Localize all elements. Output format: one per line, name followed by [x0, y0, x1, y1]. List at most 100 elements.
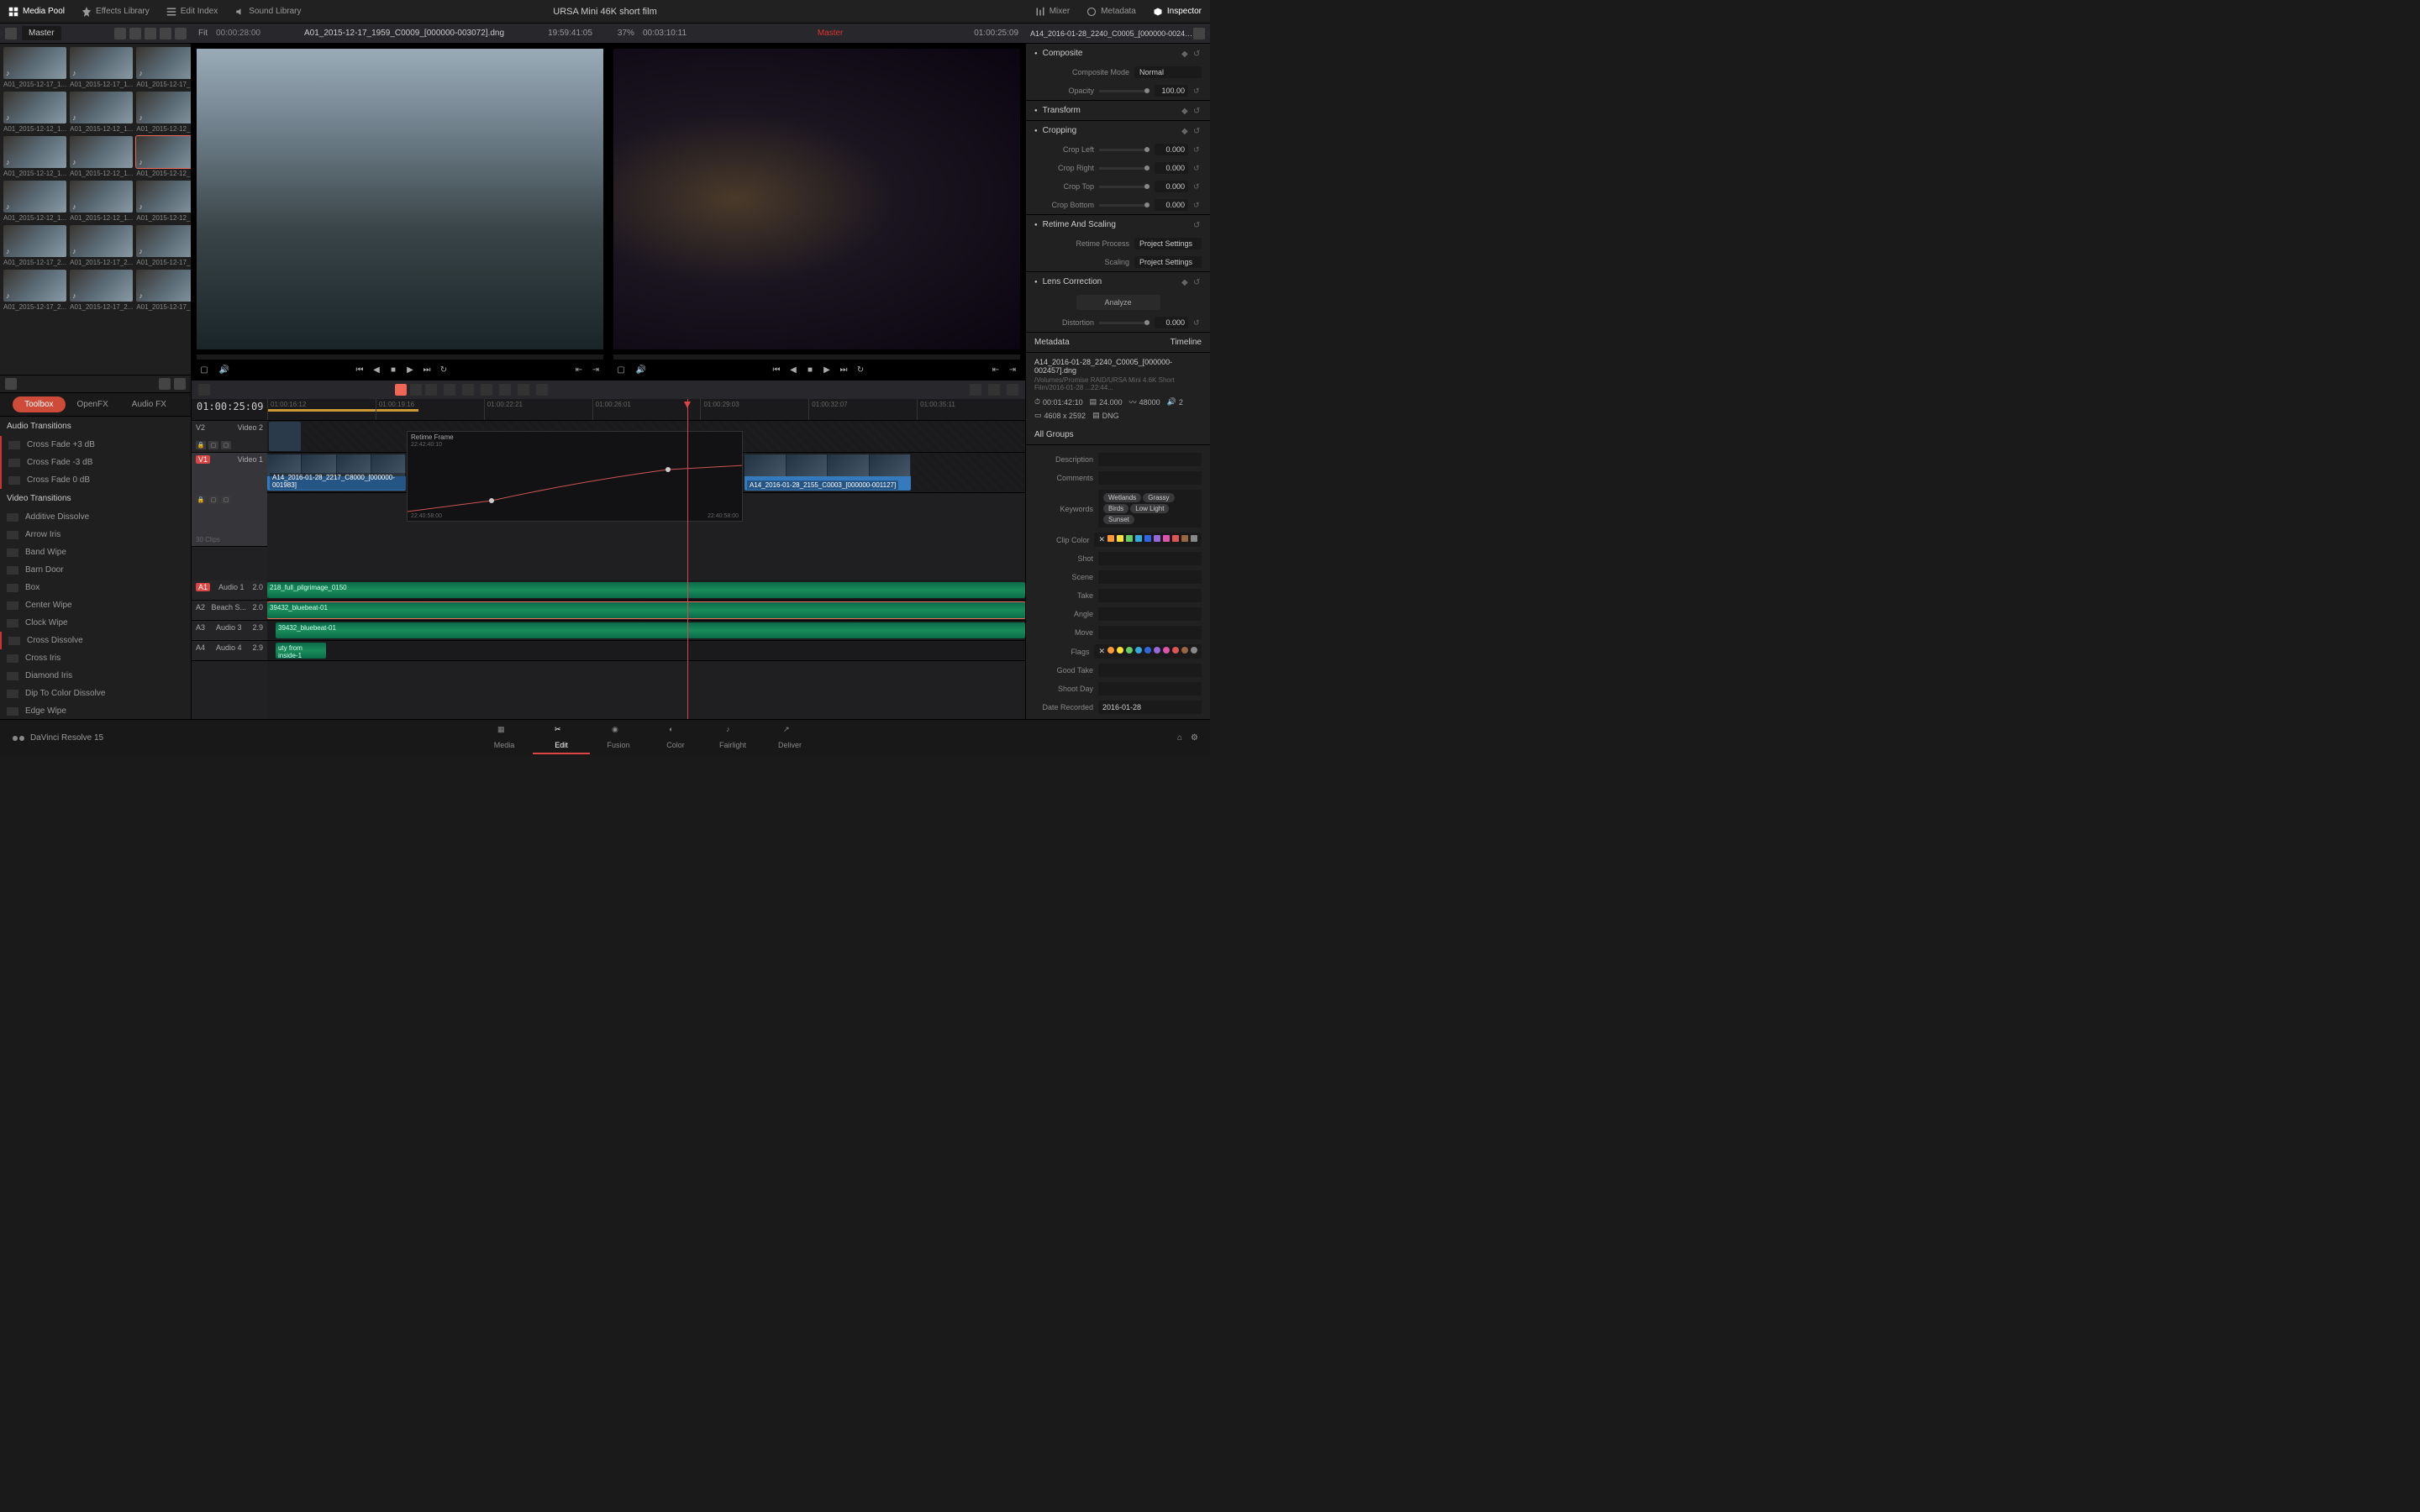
fx-item[interactable]: Center Wipe	[0, 596, 191, 614]
media-clip[interactable]: A01_2015-12-12_1...	[70, 92, 133, 133]
kf-icon[interactable]: ◆	[1181, 127, 1190, 135]
meta-groups[interactable]: All Groups	[1026, 425, 1210, 445]
media-clip[interactable]: A01_2015-12-12_1...	[70, 136, 133, 177]
src-stop-icon[interactable]: ■	[387, 364, 399, 375]
nav-fusion[interactable]: ◉Fusion	[590, 722, 647, 754]
opacity-slider[interactable]	[1099, 90, 1150, 92]
nav-deliver[interactable]: ↗Deliver	[761, 722, 818, 754]
a3-track[interactable]: 39432_bluebeat-01	[267, 621, 1025, 641]
nav-color[interactable]: ◐Color	[647, 722, 704, 754]
tab-edit-index[interactable]: Edit Index	[158, 2, 226, 22]
fx-item[interactable]: Additive Dissolve	[0, 508, 191, 526]
fx-item[interactable]: Cross Fade -3 dB	[0, 454, 191, 471]
src-loop-icon[interactable]: ↻	[438, 364, 450, 375]
blade-tool-icon[interactable]	[425, 384, 437, 396]
fx-item[interactable]: Barn Door	[0, 561, 191, 579]
crop-top-slider[interactable]	[1099, 186, 1150, 188]
reset-icon[interactable]: ↺	[1193, 127, 1202, 135]
tgt-stop-icon[interactable]: ■	[804, 364, 816, 375]
crop-left-slider[interactable]	[1099, 149, 1150, 151]
fx-item[interactable]: Diamond Iris	[0, 667, 191, 685]
fx-item[interactable]: Arrow Iris	[0, 526, 191, 543]
src-out-icon[interactable]: ⇥	[590, 364, 602, 375]
media-clip[interactable]: A01_2015-12-12_1...	[70, 181, 133, 222]
media-clip[interactable]: A01_2015-12-12_1...	[3, 181, 66, 222]
media-clip[interactable]: A01_2015-12-17_2...	[70, 270, 133, 311]
tgt-next-icon[interactable]: ⏭	[838, 364, 850, 375]
fx-tab-openfx[interactable]: OpenFX	[66, 396, 120, 412]
fx-item[interactable]: Band Wipe	[0, 543, 191, 561]
replace-icon[interactable]	[481, 384, 492, 396]
link-icon[interactable]	[499, 384, 511, 396]
src-volume-icon[interactable]: 🔊	[218, 364, 230, 375]
tab-metadata[interactable]: Metadata	[1078, 2, 1144, 22]
fx-item[interactable]: Cross Dissolve	[0, 632, 191, 649]
zoom-out-icon[interactable]	[988, 384, 1000, 396]
home-icon[interactable]: ⌂	[1177, 733, 1182, 743]
media-clip[interactable]: A01_2015-12-12_1...	[136, 92, 191, 133]
crop-bottom-slider[interactable]	[1099, 204, 1150, 207]
source-monitor[interactable]	[197, 49, 603, 349]
fx-item[interactable]: Clock Wipe	[0, 614, 191, 632]
fx-item[interactable]: Cross Iris	[0, 649, 191, 667]
source-scrubber[interactable]	[197, 354, 603, 360]
fx-menu-icon[interactable]	[174, 378, 186, 390]
tgt-play-icon[interactable]: ▶	[821, 364, 833, 375]
timeline-bin[interactable]: Master	[695, 29, 965, 38]
reset-icon[interactable]: ↺	[1193, 201, 1202, 209]
media-clip[interactable]: A01_2015-12-17_2...	[70, 225, 133, 266]
media-clip[interactable]: A01_2015-12-17_2...	[3, 225, 66, 266]
tgt-volume-icon[interactable]: 🔊	[635, 364, 647, 375]
media-clip[interactable]: A01_2015-12-12_1...	[3, 136, 66, 177]
src-in-icon[interactable]: ⇤	[573, 364, 585, 375]
retime-curve[interactable]: Retime Frame 22:42:40:10 22:40:58:00 22:…	[407, 431, 743, 522]
fx-item[interactable]: Edge Wipe	[0, 702, 191, 719]
marker-icon[interactable]	[536, 384, 548, 396]
tgt-prev-icon[interactable]: ◀	[787, 364, 799, 375]
distortion-slider[interactable]	[1099, 322, 1150, 324]
a4-track[interactable]: uty from inside-1	[267, 641, 1025, 661]
a3-clip[interactable]: 39432_bluebeat-01	[276, 622, 1025, 638]
tab-media-pool[interactable]: Media Pool	[0, 2, 73, 22]
src-next-icon[interactable]: ⏭	[421, 364, 433, 375]
tab-effects-library[interactable]: Effects Library	[73, 2, 158, 22]
grid-view-icon[interactable]	[129, 28, 141, 39]
v2-clip[interactable]	[269, 422, 301, 451]
fx-item[interactable]: Cross Fade +3 dB	[0, 436, 191, 454]
a2-header[interactable]: A2Beach S...2.0	[192, 601, 267, 621]
tab-sound-library[interactable]: Sound Library	[226, 2, 309, 22]
fx-search-icon[interactable]	[159, 378, 171, 390]
v1-header[interactable]: V1Video 1 🔒▢▢ 30 Clips	[192, 453, 267, 547]
tgt-match-icon[interactable]: ▢	[615, 364, 627, 375]
media-clip[interactable]: A01_2015-12-17_1...	[136, 47, 191, 88]
fit-label[interactable]: Fit	[198, 29, 208, 38]
fx-collapse-icon[interactable]	[5, 378, 17, 390]
bin-back-icon[interactable]	[5, 28, 17, 39]
trim-tool-icon[interactable]	[410, 384, 422, 396]
search-icon[interactable]	[160, 28, 171, 39]
overwrite-icon[interactable]	[462, 384, 474, 396]
media-clip[interactable]: A01_2015-12-12_1...	[3, 92, 66, 133]
bin-breadcrumb[interactable]: Master	[22, 26, 61, 40]
tgt-first-icon[interactable]: ⏮	[771, 364, 782, 375]
v1-clip-a[interactable]: A14_2016-01-28_2217_C8000_[000000-001983…	[267, 454, 406, 491]
a1-track[interactable]: 218_full_pilgrimage_0150	[267, 580, 1025, 601]
v2-header[interactable]: V2Video 2 🔒▢▢	[192, 421, 267, 453]
media-clip[interactable]: A01_2015-12-12_1...	[136, 181, 191, 222]
fx-tab-audiofx[interactable]: Audio FX	[120, 396, 178, 412]
reset-icon[interactable]: ↺	[1193, 87, 1202, 95]
tab-mixer[interactable]: Mixer	[1027, 2, 1078, 22]
src-first-icon[interactable]: ⏮	[354, 364, 366, 375]
media-clip[interactable]: A01_2015-12-17_2...	[136, 225, 191, 266]
src-play-icon[interactable]: ▶	[404, 364, 416, 375]
metadata-mode[interactable]: Timeline	[1171, 338, 1202, 347]
list-view-icon[interactable]	[145, 28, 156, 39]
a2-clip[interactable]: 39432_bluebeat-01	[267, 602, 1025, 618]
reset-icon[interactable]: ↺	[1193, 318, 1202, 327]
a4-clip[interactable]: uty from inside-1	[276, 643, 326, 659]
analyze-button[interactable]: Analyze	[1076, 295, 1160, 310]
nav-edit[interactable]: ✂Edit	[533, 722, 590, 754]
a3-header[interactable]: A3Audio 32.9	[192, 621, 267, 641]
fx-item[interactable]: Cross Fade 0 dB	[0, 471, 191, 489]
snap-icon[interactable]	[970, 384, 981, 396]
